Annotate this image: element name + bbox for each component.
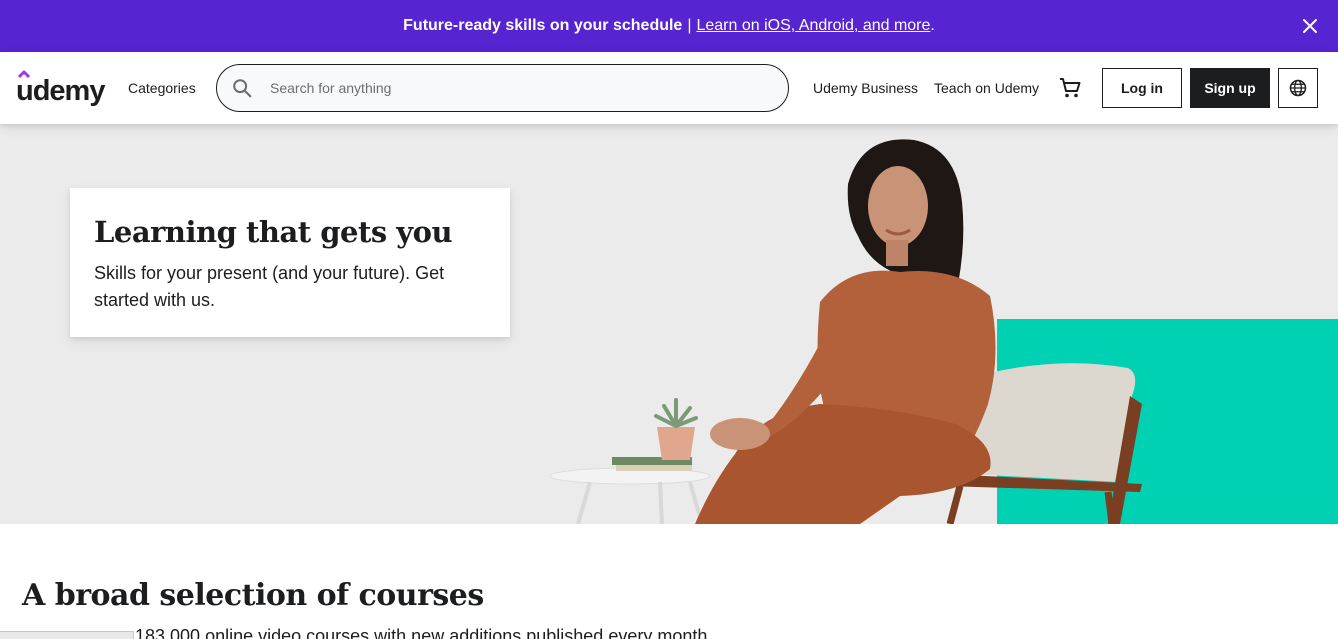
promo-headline: Future-ready skills on your schedule bbox=[403, 17, 683, 34]
signup-button[interactable]: Sign up bbox=[1190, 68, 1270, 108]
promo-banner: Future-ready skills on your schedule | L… bbox=[0, 0, 1338, 52]
promo-period: . bbox=[930, 17, 935, 34]
cart-icon[interactable] bbox=[1058, 76, 1082, 100]
browser-status-bar bbox=[0, 631, 134, 639]
language-button[interactable] bbox=[1278, 68, 1318, 108]
globe-icon bbox=[1289, 79, 1307, 97]
close-icon[interactable] bbox=[1298, 14, 1322, 38]
promo-separator: | bbox=[687, 17, 692, 34]
hero-banner: Learning that gets you Skills for your p… bbox=[0, 124, 1338, 524]
site-header: udemy Categories Udemy Business Teach on… bbox=[0, 52, 1338, 124]
hero-card: Learning that gets you Skills for your p… bbox=[70, 188, 510, 337]
login-button[interactable]: Log in bbox=[1102, 68, 1182, 108]
search-input[interactable] bbox=[270, 80, 750, 96]
udemy-logo[interactable]: udemy bbox=[16, 68, 110, 106]
udemy-business-link[interactable]: Udemy Business bbox=[813, 80, 918, 96]
section-subtitle: 183,000 online video courses with new ad… bbox=[135, 626, 708, 639]
promo-link[interactable]: Learn on iOS, Android, and more bbox=[696, 17, 930, 35]
teach-on-udemy-link[interactable]: Teach on Udemy bbox=[934, 80, 1039, 96]
categories-menu[interactable]: Categories bbox=[128, 80, 196, 96]
search-icon[interactable] bbox=[231, 77, 253, 99]
search-bar[interactable] bbox=[216, 64, 789, 112]
hero-title: Learning that gets you bbox=[94, 215, 453, 249]
hero-subtitle: Skills for your present (and your future… bbox=[94, 263, 445, 310]
section-title: A broad selection of courses bbox=[22, 578, 484, 613]
svg-text:udemy: udemy bbox=[16, 75, 105, 106]
